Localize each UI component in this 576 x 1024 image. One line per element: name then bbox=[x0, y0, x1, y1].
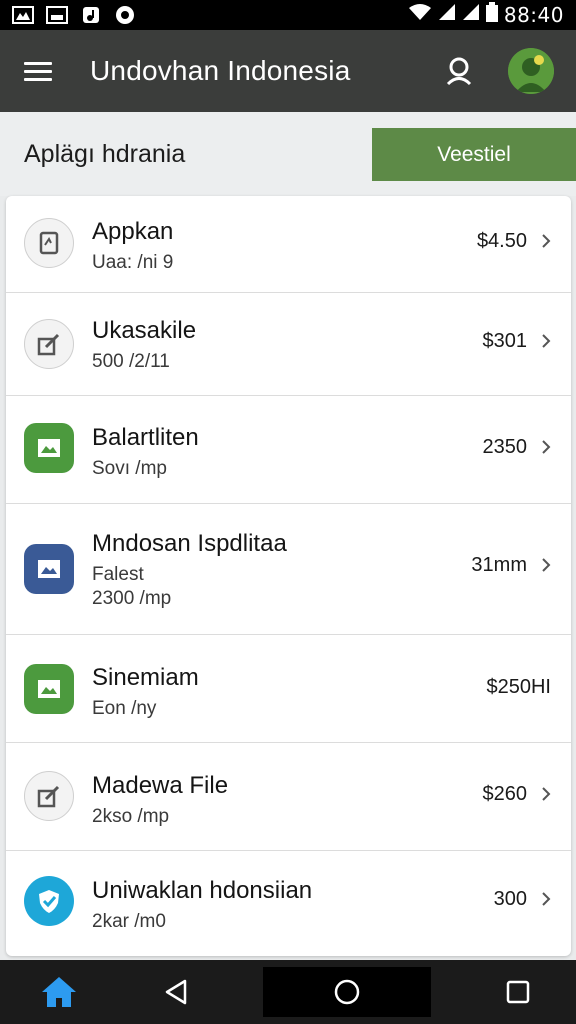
recents-button[interactable] bbox=[488, 967, 548, 1017]
status-time: 88:40 bbox=[503, 3, 564, 27]
list-item[interactable]: Uniwaklan hdonsiian 2kar /m0 300 bbox=[6, 851, 571, 956]
document-icon bbox=[24, 218, 74, 268]
edit-icon bbox=[24, 319, 74, 369]
message-icon bbox=[46, 6, 68, 24]
sync-icon bbox=[114, 6, 136, 24]
shield-check-icon bbox=[24, 876, 74, 926]
item-value: 31mm bbox=[471, 554, 527, 576]
wifi-icon bbox=[408, 3, 432, 27]
item-title: Uniwaklan hdonsiian bbox=[92, 877, 313, 904]
item-title: Appkan bbox=[92, 218, 174, 245]
back-icon bbox=[165, 979, 186, 1005]
list-item[interactable]: Mndosan Ispdlitaa Falest 2300 /mp 31mm bbox=[6, 504, 571, 635]
gallery-icon bbox=[12, 6, 34, 24]
recents-icon bbox=[506, 980, 529, 1004]
battery-icon bbox=[485, 2, 498, 28]
chevron-right-icon bbox=[542, 787, 551, 801]
item-value: $301 bbox=[482, 330, 528, 352]
avatar-image bbox=[508, 48, 554, 94]
image-icon bbox=[24, 664, 74, 714]
signal-icon bbox=[438, 3, 456, 27]
item-value: $260 bbox=[482, 783, 528, 805]
app-title: Undovhan Indonesia bbox=[90, 55, 351, 86]
list-item[interactable]: Ukasakile 500 /2/11 $301 bbox=[6, 293, 571, 396]
item-value: $4.50 bbox=[476, 230, 527, 252]
item-title: Sinemiam bbox=[92, 664, 199, 691]
item-subtitle: Sovı /mp bbox=[92, 458, 167, 479]
section-header: Aplägı hdrania Veestiel bbox=[0, 112, 576, 196]
chevron-right-icon bbox=[542, 892, 551, 906]
chevron-right-icon bbox=[542, 440, 551, 454]
file-list: Appkan Uaa: /ni 9 $4.50 Ukasakile 500 /2… bbox=[6, 196, 571, 956]
item-subtitle: Eon /ny bbox=[92, 698, 157, 719]
item-subtitle: Uaa: /ni 9 bbox=[92, 252, 174, 273]
app-bar: Undovhan Indonesia bbox=[0, 30, 576, 112]
status-bar: 88:40 bbox=[0, 0, 576, 30]
item-subtitle: 2kar /m0 bbox=[92, 911, 166, 932]
signal-icon bbox=[462, 3, 480, 27]
list-item[interactable]: Madewa File 2kso /mp $260 bbox=[6, 743, 571, 851]
menu-button[interactable] bbox=[24, 54, 58, 88]
image-icon bbox=[24, 423, 74, 473]
home-circle-button[interactable] bbox=[262, 967, 431, 1017]
menu-icon-line bbox=[24, 69, 52, 73]
item-value: 300 bbox=[493, 888, 527, 910]
menu-icon-line bbox=[24, 77, 52, 81]
item-title: Ukasakile bbox=[92, 317, 197, 344]
chevron-right-icon bbox=[542, 558, 551, 572]
chevron-right-icon bbox=[542, 234, 551, 248]
navigation-bar bbox=[0, 960, 576, 1024]
home-circle-icon bbox=[334, 979, 359, 1005]
item-value: 2350 bbox=[482, 436, 528, 458]
list-item[interactable]: Balartliten Sovı /mp 2350 bbox=[6, 396, 571, 504]
item-subtitle: 500 /2/11 bbox=[92, 351, 170, 372]
edit-icon bbox=[24, 771, 74, 821]
item-title: Mndosan Ispdlitaa bbox=[92, 530, 287, 557]
chevron-right-icon bbox=[542, 334, 551, 348]
back-button[interactable] bbox=[146, 967, 206, 1017]
list-item[interactable]: Appkan Uaa: /ni 9 $4.50 bbox=[6, 196, 571, 293]
item-subtitle: 2kso /mp bbox=[92, 806, 170, 827]
search-button[interactable] bbox=[440, 51, 480, 91]
item-title: Madewa File bbox=[92, 772, 229, 799]
home-button[interactable] bbox=[29, 967, 89, 1017]
menu-icon bbox=[24, 61, 52, 65]
item-title: Balartliten bbox=[92, 424, 199, 451]
list-item[interactable]: Sinemiam Eon /ny $250HI bbox=[6, 635, 571, 743]
music-icon bbox=[80, 6, 102, 24]
section-title: Aplägı hdrania bbox=[24, 139, 186, 168]
item-subtitle-2: 2300 /mp bbox=[92, 588, 172, 609]
avatar[interactable] bbox=[508, 48, 554, 94]
home-icon bbox=[41, 977, 76, 1007]
action-button[interactable]: Veestiel bbox=[372, 128, 576, 181]
image-icon bbox=[24, 544, 74, 594]
search-icon bbox=[446, 57, 472, 86]
item-value: $250HI bbox=[486, 676, 552, 698]
item-subtitle: Falest bbox=[92, 564, 144, 585]
